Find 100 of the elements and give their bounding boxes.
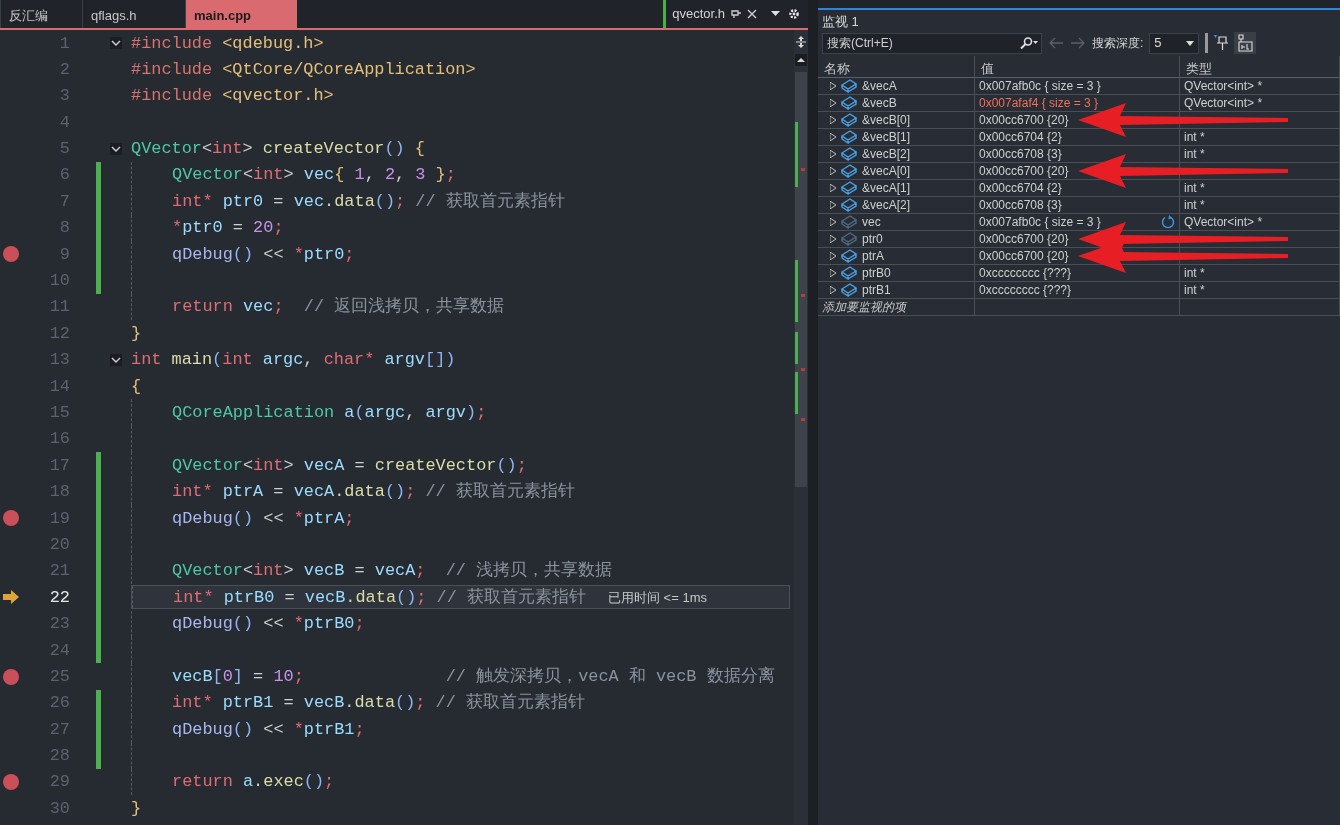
variable-type: int * (1184, 146, 1205, 163)
scroll-up-icon[interactable] (795, 54, 807, 66)
code-line: int* ptrB0 = vecB.data(); // 获取首元素指针 (173, 586, 586, 609)
add-watch-field[interactable]: 添加要监视的项 (822, 298, 906, 316)
refresh-icon[interactable] (1161, 215, 1175, 229)
variable-name: ptrA (862, 248, 884, 265)
scrollbar-thumb[interactable] (795, 72, 807, 487)
variable-value: 0x007afb0c { size = 3 } (979, 214, 1101, 231)
expand-icon[interactable] (830, 116, 836, 124)
fold-icon[interactable] (110, 353, 122, 366)
code-line: return a.exec(); (172, 771, 335, 794)
line-number: 18 (48, 481, 70, 504)
inline-hint: 已用时间 <= 1ms (608, 588, 707, 607)
code-line: vecB[0] = 10; // 触发深拷贝，vecA 和 vecB 数据分离 (172, 665, 775, 688)
column-header[interactable]: 名称 (818, 56, 975, 78)
variable-type: int * (1184, 265, 1205, 282)
file-tab[interactable]: main.cpp (185, 0, 297, 28)
variable-type: QVector<int> * (1184, 78, 1263, 95)
code-line: int main(int argc, char* argv[]) (131, 349, 456, 372)
code-line: QVector<int> vec{ 1, 2, 3 }; (172, 164, 456, 187)
variable-name: &vecA[0] (862, 163, 911, 180)
expand-icon[interactable] (830, 252, 836, 260)
variable-value: 0xcccccccc {???} (979, 265, 1072, 282)
depth-label: 搜索深度: (1092, 35, 1144, 52)
line-number: 24 (48, 639, 70, 662)
settings-icon[interactable] (788, 8, 800, 20)
fold-icon[interactable] (110, 37, 122, 50)
line-number: 29 (48, 771, 70, 794)
line-number: 28 (48, 745, 70, 768)
expand-icon[interactable] (830, 150, 836, 158)
breakpoint-icon[interactable] (3, 668, 19, 685)
code-line: int* ptr0 = vec.data(); // 获取首元素指针 (172, 190, 565, 213)
caret-icon (1186, 40, 1195, 46)
fold-icon[interactable] (110, 142, 122, 155)
expand-icon[interactable] (830, 286, 836, 294)
code-line: QVector<int> vecA = createVector(); (172, 454, 527, 477)
code-line: } (131, 322, 142, 345)
variable-name: &vecA (862, 78, 897, 95)
line-number: 25 (48, 665, 70, 688)
line-number: 8 (58, 217, 70, 240)
pin-icon[interactable] (1214, 35, 1229, 51)
code-line: *ptr0 = 20; (172, 217, 284, 240)
code-line: int* ptrA = vecA.data(); // 获取首元素指针 (172, 481, 575, 504)
breakpoint-icon[interactable] (3, 774, 19, 791)
line-number: 23 (48, 613, 70, 636)
column-header[interactable]: 值 (975, 56, 1180, 78)
pin-ab-icon[interactable] (1234, 32, 1257, 54)
variable-value: 0x00cc6704 {2} (979, 180, 1062, 197)
code-line: { (131, 375, 142, 398)
line-number: 4 (58, 111, 70, 134)
column-header[interactable]: 类型 (1180, 56, 1340, 78)
expand-icon[interactable] (830, 235, 836, 243)
variable-type: int * (1184, 180, 1205, 197)
split-icon[interactable] (796, 36, 806, 48)
variable-icon (841, 198, 857, 212)
line-number: 17 (48, 454, 70, 477)
line-number: 2 (58, 58, 70, 81)
breakpoint-icon[interactable] (3, 510, 19, 527)
variable-value: 0x00cc6704 {2} (979, 129, 1062, 146)
variable-value: 0x00cc6700 {20} (979, 248, 1069, 265)
variable-name: vec (862, 214, 881, 231)
variable-type: int * (1184, 282, 1205, 299)
variable-value: 0xcccccccc {???} (979, 282, 1072, 299)
line-number: 3 (58, 85, 70, 108)
expand-icon[interactable] (830, 218, 836, 226)
expand-icon[interactable] (830, 133, 836, 141)
variable-icon (841, 79, 857, 93)
variable-name: &vecA[2] (862, 197, 911, 214)
variable-type: QVector<int> * (1184, 214, 1263, 231)
dropdown-icon[interactable] (771, 11, 780, 17)
variable-name: &vecB[2] (862, 146, 911, 163)
expand-icon[interactable] (830, 167, 836, 175)
pin-icon[interactable] (731, 9, 741, 19)
variable-icon (841, 113, 857, 127)
variable-value: 0x007afaf4 { size = 3 } (979, 95, 1099, 112)
expand-icon[interactable] (830, 201, 836, 209)
expand-icon[interactable] (830, 82, 836, 90)
variable-name: &vecB (862, 95, 897, 112)
code-line: qDebug() << *ptr0; (172, 243, 355, 266)
search-field[interactable]: 搜索(Ctrl+E) (822, 32, 1042, 54)
expand-icon[interactable] (830, 269, 836, 277)
variable-value: 0x00cc6700 {20} (979, 112, 1069, 129)
code-line: qDebug() << *ptrA; (172, 507, 355, 530)
expand-icon[interactable] (830, 99, 836, 107)
expand-icon[interactable] (830, 184, 836, 192)
search-icon[interactable] (1018, 36, 1038, 49)
code-line: int* ptrB1 = vecB.data(); // 获取首元素指针 (172, 692, 585, 715)
line-number: 22 (48, 586, 70, 609)
variable-value: 0x00cc6708 {3} (979, 146, 1062, 163)
breakpoint-icon[interactable] (3, 246, 19, 263)
line-number: 16 (48, 428, 70, 451)
line-number: 13 (48, 349, 70, 372)
code-line: #include <QtCore/QCoreApplication> (131, 58, 476, 81)
file-tab[interactable]: qvector.h (672, 4, 725, 24)
depth-dropdown[interactable]: 5 (1149, 32, 1200, 54)
variable-name: &vecB[0] (862, 112, 911, 129)
close-icon[interactable] (747, 9, 757, 19)
code-line: #include <qvector.h> (131, 85, 334, 108)
code-line: #include <qdebug.h> (131, 32, 324, 55)
line-number: 6 (58, 164, 70, 187)
